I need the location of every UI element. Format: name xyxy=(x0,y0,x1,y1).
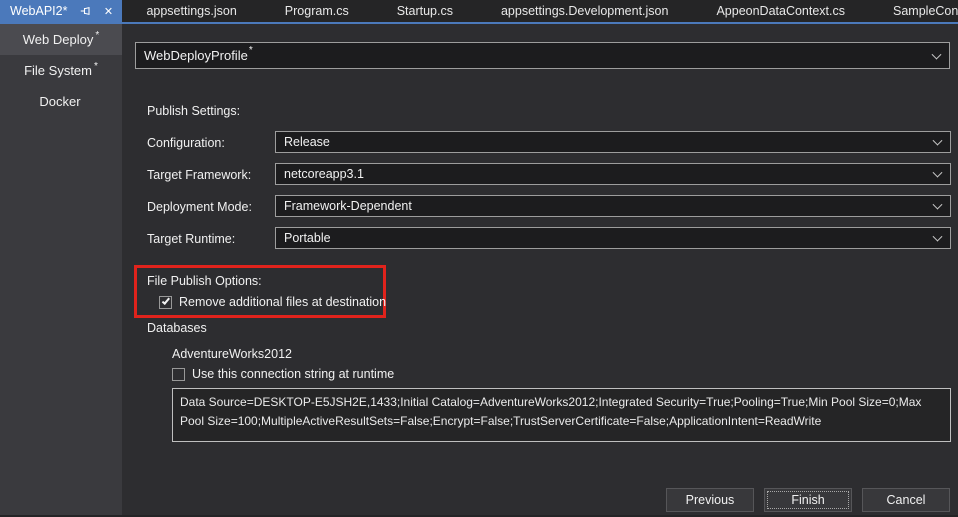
database-name-label: AdventureWorks2012 xyxy=(172,347,292,361)
pin-icon[interactable] xyxy=(79,4,93,18)
modified-asterisk: * xyxy=(94,61,98,72)
sidebar-item-label: Web Deploy xyxy=(23,32,94,47)
deployment-mode-label: Deployment Mode: xyxy=(147,200,272,214)
target-runtime-dropdown[interactable]: Portable xyxy=(275,227,951,249)
chevron-down-icon xyxy=(933,232,943,242)
chevron-down-icon xyxy=(933,200,943,210)
close-icon[interactable]: ✕ xyxy=(101,4,115,18)
remove-additional-files-label: Remove additional files at destination xyxy=(179,295,386,309)
chevron-down-icon xyxy=(932,49,942,59)
cancel-button[interactable]: Cancel xyxy=(862,488,950,512)
tab-samplecontrol[interactable]: SampleControl xyxy=(869,0,958,22)
tab-program-cs[interactable]: Program.cs xyxy=(261,0,373,22)
use-connection-string-row: Use this connection string at runtime xyxy=(172,367,394,381)
use-connection-string-label: Use this connection string at runtime xyxy=(192,367,394,381)
tab-appsettings-json[interactable]: appsettings.json xyxy=(122,0,260,22)
tab-webapi2-active[interactable]: WebAPI2* ✕ xyxy=(0,0,122,22)
tab-appeondatacontext-cs[interactable]: AppeonDataContext.cs xyxy=(692,0,869,22)
profile-dropdown[interactable]: WebDeployProfile* xyxy=(135,42,950,69)
document-tab-bar: WebAPI2* ✕ appsettings.json Program.cs S… xyxy=(0,0,958,22)
target-framework-value: netcoreapp3.1 xyxy=(284,167,364,181)
modified-asterisk: * xyxy=(95,30,99,41)
configuration-value: Release xyxy=(284,135,330,149)
deployment-mode-value: Framework-Dependent xyxy=(284,199,412,213)
annotation-highlight-rectangle xyxy=(134,265,386,318)
target-runtime-label: Target Runtime: xyxy=(147,232,272,246)
remove-additional-files-row: Remove additional files at destination xyxy=(159,295,386,309)
remove-additional-files-checkbox[interactable] xyxy=(159,296,172,309)
deployment-mode-dropdown[interactable]: Framework-Dependent xyxy=(275,195,951,217)
target-runtime-value: Portable xyxy=(284,231,331,245)
configuration-dropdown[interactable]: Release xyxy=(275,131,951,153)
chevron-down-icon xyxy=(933,168,943,178)
databases-heading: Databases xyxy=(147,321,207,335)
tab-label: WebAPI2* xyxy=(10,4,71,18)
modified-asterisk: * xyxy=(249,45,253,56)
tab-startup-cs[interactable]: Startup.cs xyxy=(373,0,477,22)
finish-button[interactable]: Finish xyxy=(764,488,852,512)
previous-button[interactable]: Previous xyxy=(666,488,754,512)
publish-settings-heading: Publish Settings: xyxy=(147,104,240,118)
sidebar-item-label: Docker xyxy=(39,94,80,109)
use-connection-string-checkbox[interactable] xyxy=(172,368,185,381)
connection-string-field[interactable]: Data Source=DESKTOP-E5JSH2E,1433;Initial… xyxy=(172,388,951,442)
file-publish-options-heading: File Publish Options: xyxy=(147,274,262,288)
publish-dialog-window: WebAPI2* ✕ appsettings.json Program.cs S… xyxy=(0,0,958,517)
sidebar-item-file-system[interactable]: File System* xyxy=(0,55,122,86)
tab-appsettings-development-json[interactable]: appsettings.Development.json xyxy=(477,0,692,22)
dialog-footer-buttons: Previous Finish Cancel xyxy=(666,488,950,512)
sidebar-item-web-deploy[interactable]: Web Deploy* xyxy=(0,24,122,55)
sidebar-item-docker[interactable]: Docker xyxy=(0,86,122,117)
chevron-down-icon xyxy=(933,136,943,146)
inactive-tabs: appsettings.json Program.cs Startup.cs a… xyxy=(122,0,958,22)
checkmark-icon xyxy=(161,296,169,305)
sidebar-item-label: File System xyxy=(24,63,92,78)
configuration-label: Configuration: xyxy=(147,136,272,150)
publish-settings-panel: WebDeployProfile* Publish Settings: Conf… xyxy=(122,24,958,517)
publish-target-sidebar: Web Deploy* File System* Docker xyxy=(0,24,122,517)
target-framework-label: Target Framework: xyxy=(147,168,272,182)
profile-name: WebDeployProfile xyxy=(144,48,248,63)
target-framework-dropdown[interactable]: netcoreapp3.1 xyxy=(275,163,951,185)
